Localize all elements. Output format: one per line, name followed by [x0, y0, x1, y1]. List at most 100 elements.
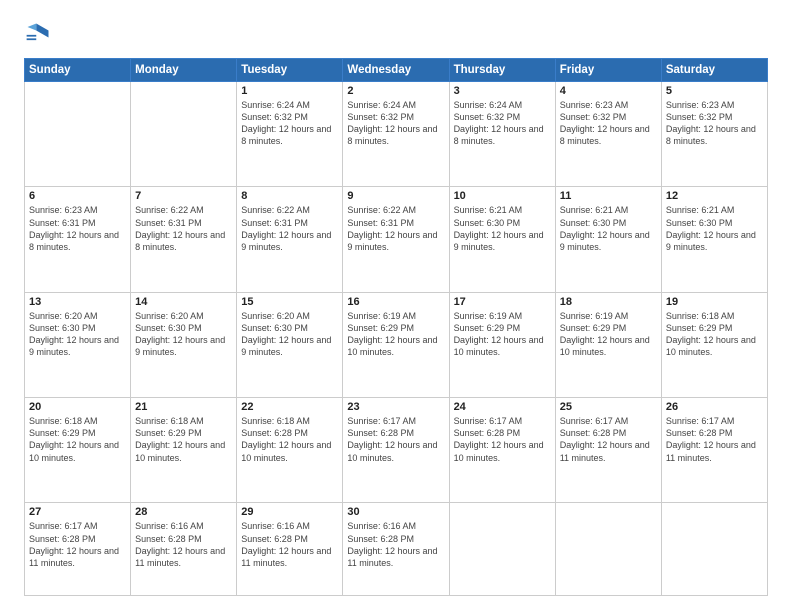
calendar-week-row: 20 Sunrise: 6:18 AM Sunset: 6:29 PM Dayli…: [25, 398, 768, 503]
cell-info: Sunrise: 6:16 AM Sunset: 6:28 PM Dayligh…: [135, 520, 232, 569]
calendar-cell: 13 Sunrise: 6:20 AM Sunset: 6:30 PM Dayli…: [25, 292, 131, 397]
calendar-cell: 14Sunrise: 6:20 AM Sunset: 6:30 PM Dayli…: [131, 292, 237, 397]
cell-info: Sunrise: 6:22 AM Sunset: 6:31 PM Dayligh…: [241, 204, 338, 253]
calendar-cell: 27Sunrise: 6:17 AM Sunset: 6:28 PM Dayli…: [25, 503, 131, 596]
calendar-cell: 1 Sunrise: 6:24 AM Sunset: 6:32 PM Daylig…: [237, 82, 343, 187]
calendar-cell: [661, 503, 767, 596]
calendar-cell: 29Sunrise: 6:16 AM Sunset: 6:28 PM Dayli…: [237, 503, 343, 596]
calendar-cell: 11 Sunrise: 6:21 AM Sunset: 6:30 PM Dayli…: [555, 187, 661, 292]
cell-info: Sunrise: 6:18 AM Sunset: 6:28 PM Dayligh…: [241, 415, 338, 464]
calendar-cell: 2 Sunrise: 6:24 AM Sunset: 6:32 PM Daylig…: [343, 82, 449, 187]
day-number: 11: [560, 190, 657, 202]
calendar-cell: 26 Sunrise: 6:17 AM Sunset: 6:28 PM Dayli…: [661, 398, 767, 503]
day-number: 28: [135, 506, 232, 518]
calendar-week-row: 1 Sunrise: 6:24 AM Sunset: 6:32 PM Daylig…: [25, 82, 768, 187]
day-number: 21: [135, 401, 232, 413]
cell-info: Sunrise: 6:24 AM Sunset: 6:32 PM Dayligh…: [241, 99, 338, 148]
calendar-cell: [555, 503, 661, 596]
calendar-cell: 6Sunrise: 6:23 AM Sunset: 6:31 PM Daylig…: [25, 187, 131, 292]
cell-info: Sunrise: 6:21 AM Sunset: 6:30 PM Dayligh…: [666, 204, 763, 253]
day-number: 9: [347, 190, 444, 202]
day-number: 2: [347, 85, 444, 97]
cell-info: Sunrise: 6:17 AM Sunset: 6:28 PM Dayligh…: [454, 415, 551, 464]
day-number: 17: [454, 296, 551, 308]
calendar-cell: 23 Sunrise: 6:17 AM Sunset: 6:28 PM Dayli…: [343, 398, 449, 503]
calendar-cell: 8 Sunrise: 6:22 AM Sunset: 6:31 PM Daylig…: [237, 187, 343, 292]
cell-info: Sunrise: 6:18 AM Sunset: 6:29 PM Dayligh…: [29, 415, 126, 464]
calendar-cell: 5 Sunrise: 6:23 AM Sunset: 6:32 PM Daylig…: [661, 82, 767, 187]
calendar-cell: 4 Sunrise: 6:23 AM Sunset: 6:32 PM Daylig…: [555, 82, 661, 187]
day-number: 10: [454, 190, 551, 202]
day-number: 6: [29, 190, 126, 202]
calendar-cell: 12 Sunrise: 6:21 AM Sunset: 6:30 PM Dayli…: [661, 187, 767, 292]
weekday-header-monday: Monday: [131, 59, 237, 82]
cell-info: Sunrise: 6:23 AM Sunset: 6:32 PM Dayligh…: [666, 99, 763, 148]
cell-info: Sunrise: 6:17 AM Sunset: 6:28 PM Dayligh…: [29, 520, 126, 569]
header: [24, 20, 768, 48]
calendar-cell: 16Sunrise: 6:19 AM Sunset: 6:29 PM Dayli…: [343, 292, 449, 397]
calendar-cell: 20 Sunrise: 6:18 AM Sunset: 6:29 PM Dayli…: [25, 398, 131, 503]
cell-info: Sunrise: 6:22 AM Sunset: 6:31 PM Dayligh…: [347, 204, 444, 253]
calendar-cell: 24 Sunrise: 6:17 AM Sunset: 6:28 PM Dayli…: [449, 398, 555, 503]
cell-info: Sunrise: 6:18 AM Sunset: 6:29 PM Dayligh…: [135, 415, 232, 464]
day-number: 8: [241, 190, 338, 202]
calendar-cell: [25, 82, 131, 187]
cell-info: Sunrise: 6:20 AM Sunset: 6:30 PM Dayligh…: [29, 310, 126, 359]
weekday-header-wednesday: Wednesday: [343, 59, 449, 82]
cell-info: Sunrise: 6:17 AM Sunset: 6:28 PM Dayligh…: [666, 415, 763, 464]
calendar-cell: 21 Sunrise: 6:18 AM Sunset: 6:29 PM Dayli…: [131, 398, 237, 503]
day-number: 7: [135, 190, 232, 202]
calendar-cell: 25 Sunrise: 6:17 AM Sunset: 6:28 PM Dayli…: [555, 398, 661, 503]
day-number: 22: [241, 401, 338, 413]
cell-info: Sunrise: 6:18 AM Sunset: 6:29 PM Dayligh…: [666, 310, 763, 359]
day-number: 20: [29, 401, 126, 413]
cell-info: Sunrise: 6:17 AM Sunset: 6:28 PM Dayligh…: [560, 415, 657, 464]
cell-info: Sunrise: 6:24 AM Sunset: 6:32 PM Dayligh…: [347, 99, 444, 148]
day-number: 12: [666, 190, 763, 202]
calendar-cell: 15 Sunrise: 6:20 AM Sunset: 6:30 PM Dayli…: [237, 292, 343, 397]
day-number: 5: [666, 85, 763, 97]
day-number: 4: [560, 85, 657, 97]
day-number: 25: [560, 401, 657, 413]
day-number: 24: [454, 401, 551, 413]
logo: [24, 20, 56, 48]
cell-info: Sunrise: 6:21 AM Sunset: 6:30 PM Dayligh…: [560, 204, 657, 253]
calendar-cell: 22 Sunrise: 6:18 AM Sunset: 6:28 PM Dayli…: [237, 398, 343, 503]
day-number: 16: [347, 296, 444, 308]
calendar-week-row: 6Sunrise: 6:23 AM Sunset: 6:31 PM Daylig…: [25, 187, 768, 292]
cell-info: Sunrise: 6:19 AM Sunset: 6:29 PM Dayligh…: [454, 310, 551, 359]
day-number: 18: [560, 296, 657, 308]
calendar-table: SundayMondayTuesdayWednesdayThursdayFrid…: [24, 58, 768, 596]
calendar-cell: [449, 503, 555, 596]
cell-info: Sunrise: 6:23 AM Sunset: 6:32 PM Dayligh…: [560, 99, 657, 148]
calendar-cell: 19 Sunrise: 6:18 AM Sunset: 6:29 PM Dayli…: [661, 292, 767, 397]
day-number: 3: [454, 85, 551, 97]
weekday-header-thursday: Thursday: [449, 59, 555, 82]
day-number: 19: [666, 296, 763, 308]
calendar-week-row: 27Sunrise: 6:17 AM Sunset: 6:28 PM Dayli…: [25, 503, 768, 596]
day-number: 15: [241, 296, 338, 308]
calendar-cell: 7Sunrise: 6:22 AM Sunset: 6:31 PM Daylig…: [131, 187, 237, 292]
calendar-cell: 28 Sunrise: 6:16 AM Sunset: 6:28 PM Dayli…: [131, 503, 237, 596]
day-number: 26: [666, 401, 763, 413]
logo-icon: [24, 20, 52, 48]
day-number: 30: [347, 506, 444, 518]
weekday-header-sunday: Sunday: [25, 59, 131, 82]
calendar-cell: 18 Sunrise: 6:19 AM Sunset: 6:29 PM Dayli…: [555, 292, 661, 397]
weekday-header-friday: Friday: [555, 59, 661, 82]
day-number: 14: [135, 296, 232, 308]
day-number: 23: [347, 401, 444, 413]
cell-info: Sunrise: 6:19 AM Sunset: 6:29 PM Dayligh…: [560, 310, 657, 359]
page: SundayMondayTuesdayWednesdayThursdayFrid…: [0, 0, 792, 612]
day-number: 13: [29, 296, 126, 308]
cell-info: Sunrise: 6:16 AM Sunset: 6:28 PM Dayligh…: [347, 520, 444, 569]
calendar-cell: 9 Sunrise: 6:22 AM Sunset: 6:31 PM Daylig…: [343, 187, 449, 292]
day-number: 1: [241, 85, 338, 97]
cell-info: Sunrise: 6:24 AM Sunset: 6:32 PM Dayligh…: [454, 99, 551, 148]
weekday-header-saturday: Saturday: [661, 59, 767, 82]
calendar-week-row: 13 Sunrise: 6:20 AM Sunset: 6:30 PM Dayli…: [25, 292, 768, 397]
cell-info: Sunrise: 6:17 AM Sunset: 6:28 PM Dayligh…: [347, 415, 444, 464]
calendar-cell: 3 Sunrise: 6:24 AM Sunset: 6:32 PM Daylig…: [449, 82, 555, 187]
calendar-header-row: SundayMondayTuesdayWednesdayThursdayFrid…: [25, 59, 768, 82]
cell-info: Sunrise: 6:20 AM Sunset: 6:30 PM Dayligh…: [241, 310, 338, 359]
